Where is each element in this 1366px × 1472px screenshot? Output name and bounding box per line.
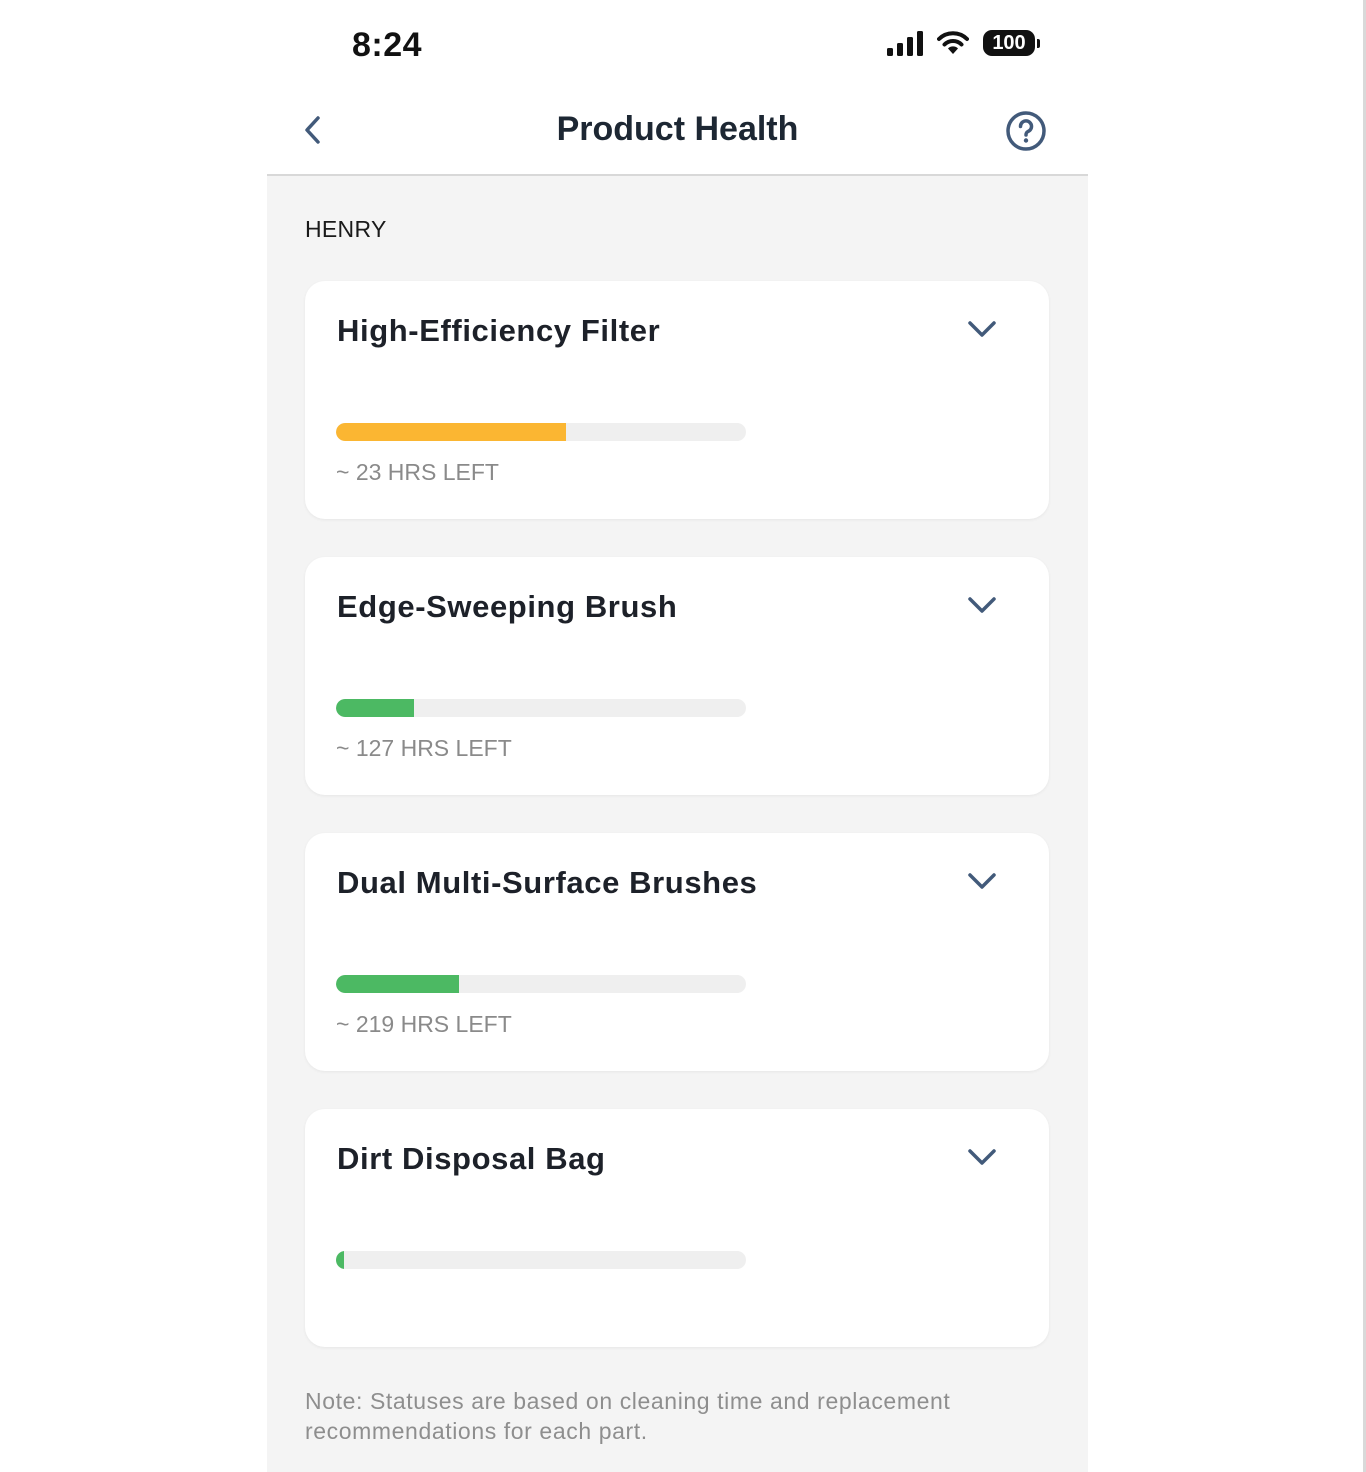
page-title: Product Health: [556, 110, 799, 148]
chevron-down-icon[interactable]: [965, 317, 999, 341]
wifi-icon: [937, 31, 969, 54]
battery-level: 100: [983, 30, 1035, 56]
content-area: HENRY High-Efficiency Filter ~ 23 HRS LE…: [267, 176, 1088, 1472]
part-name: High-Efficiency Filter: [337, 313, 661, 348]
part-name: Edge-Sweeping Brush: [337, 589, 678, 624]
progress-fill: [336, 423, 566, 441]
progress-track: [336, 699, 746, 717]
help-circle-icon: [1006, 111, 1046, 151]
progress-fill: [336, 699, 414, 717]
part-card-dual-multi-surface-brushes[interactable]: Dual Multi-Surface Brushes ~ 219 HRS LEF…: [305, 833, 1049, 1071]
status-time: 8:24: [352, 26, 423, 64]
part-card-edge-sweeping-brush[interactable]: Edge-Sweeping Brush ~ 127 HRS LEFT: [305, 557, 1049, 795]
progress-track: [336, 423, 746, 441]
progress-fill: [336, 1251, 345, 1269]
chevron-down-icon[interactable]: [965, 869, 999, 893]
progress-track: [336, 975, 746, 993]
part-name: Dual Multi-Surface Brushes: [337, 865, 758, 900]
hours-left: ~ 127 HRS LEFT: [336, 735, 512, 761]
nav-bar: Product Health: [267, 86, 1088, 176]
chevron-down-icon[interactable]: [965, 1145, 999, 1169]
phone-screen: 8:24 100 Product Health HENRY High-Effic…: [267, 0, 1088, 1472]
help-button[interactable]: [1003, 108, 1049, 154]
hours-left: ~ 23 HRS LEFT: [336, 459, 499, 485]
battery-icon: 100: [983, 30, 1040, 56]
status-icons: 100: [887, 30, 1040, 56]
part-card-dirt-disposal-bag[interactable]: Dirt Disposal Bag: [305, 1109, 1049, 1347]
part-card-high-efficiency-filter[interactable]: High-Efficiency Filter ~ 23 HRS LEFT: [305, 281, 1049, 519]
signal-icon: [887, 30, 923, 56]
progress-track: [336, 1251, 746, 1269]
part-name: Dirt Disposal Bag: [337, 1141, 606, 1176]
section-label: HENRY: [305, 216, 387, 242]
hours-left: ~ 219 HRS LEFT: [336, 1011, 512, 1037]
progress-fill: [336, 975, 459, 993]
chevron-down-icon[interactable]: [965, 593, 999, 617]
footnote: Note: Statuses are based on cleaning tim…: [305, 1388, 951, 1444]
